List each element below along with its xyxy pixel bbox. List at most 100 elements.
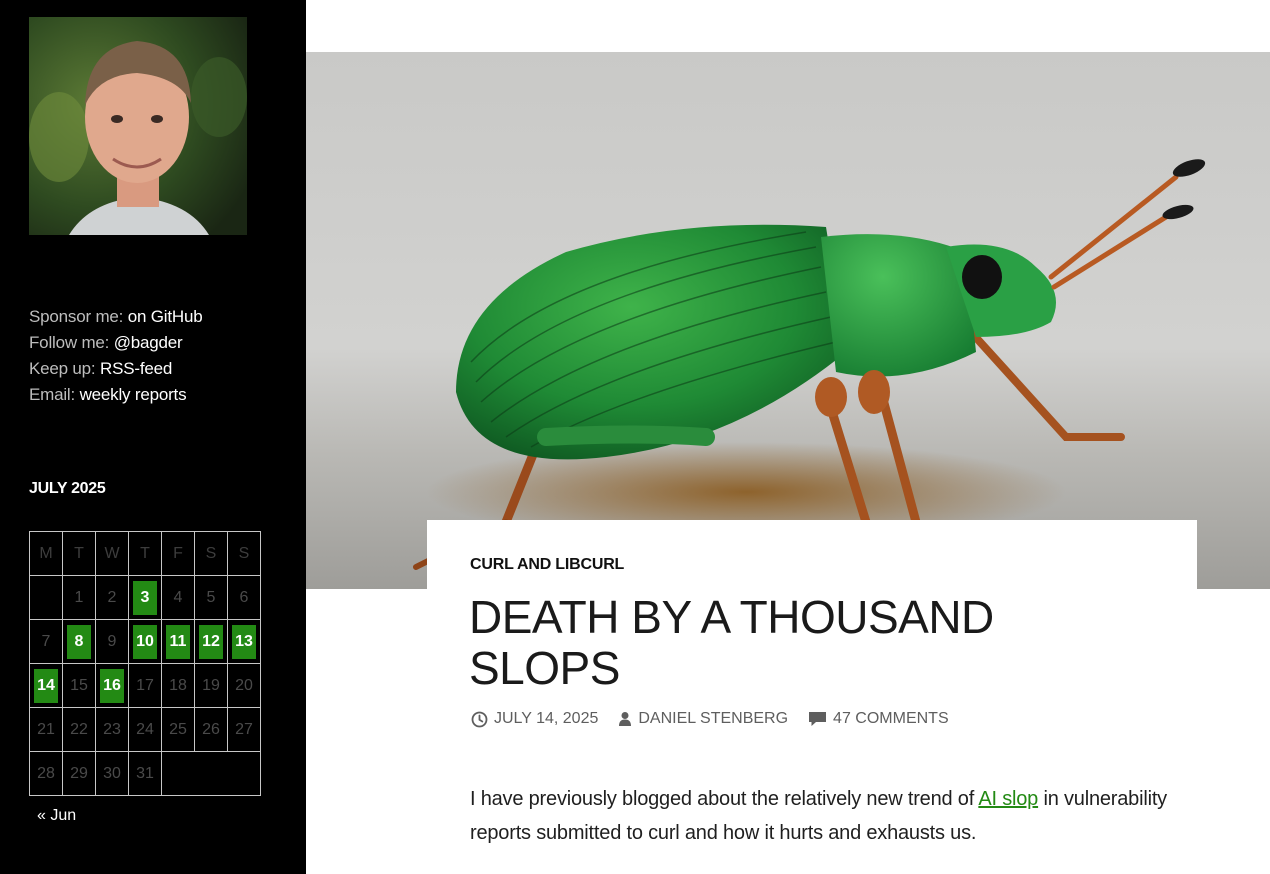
- previous-month-link[interactable]: « Jun: [37, 807, 76, 825]
- post-comments[interactable]: 47 COMMENTS: [808, 710, 949, 728]
- calendar-day-number: 19: [202, 676, 220, 694]
- calendar-day-link[interactable]: 16: [100, 668, 124, 703]
- rss-link[interactable]: RSS-feed: [100, 359, 172, 378]
- sidebar: Sponsor me: on GitHub Follow me: @bagder…: [0, 0, 306, 874]
- calendar-day: 2: [95, 575, 129, 620]
- calendar-day: 12: [194, 619, 228, 664]
- user-icon: [619, 712, 632, 726]
- calendar-day: 27: [227, 707, 261, 752]
- calendar-day: 15: [62, 663, 96, 708]
- calendar-day: 19: [194, 663, 228, 708]
- weekday-header: T: [62, 531, 96, 576]
- body-text-start: I have previously blogged about the rela…: [470, 788, 979, 810]
- calendar-day-number: 9: [107, 632, 117, 650]
- calendar-week: 14 15 16 17 18 19 20: [29, 663, 261, 708]
- calendar-week: 1 234 5 6: [29, 575, 261, 620]
- calendar-day: 9: [95, 619, 129, 664]
- calendar-day-number: 28: [37, 764, 55, 782]
- calendar-day-link[interactable]: 11: [166, 624, 190, 659]
- calendar-day-number: 29: [70, 764, 88, 782]
- calendar-day: 25: [161, 707, 195, 752]
- calendar-day-number: 27: [235, 720, 253, 738]
- weekday-header: T: [128, 531, 162, 576]
- post-comments-text: 47 COMMENTS: [833, 710, 949, 727]
- calendar-day: 13: [227, 619, 261, 664]
- calendar-day-number: 7: [41, 632, 51, 650]
- post-meta: JULY 14, 2025 DANIEL STENBERG 47 COMMENT…: [471, 710, 969, 728]
- calendar-day-number: 21: [37, 720, 55, 738]
- weekday-header: S: [227, 531, 261, 576]
- calendar-day-number: 20: [235, 676, 253, 694]
- article: CURL AND LIBCURL DEATH BY A THOUSAND SLO…: [427, 520, 1197, 874]
- calendar-day: 16: [95, 663, 129, 708]
- calendar-day: 26: [194, 707, 228, 752]
- post-author-text: DANIEL STENBERG: [638, 710, 789, 727]
- author-avatar[interactable]: [29, 17, 247, 235]
- calendar-day-number: 31: [136, 764, 154, 782]
- post-date[interactable]: JULY 14, 2025: [471, 710, 598, 728]
- calendar-day-number: 5: [206, 588, 216, 606]
- calendar-title: JULY 2025: [29, 480, 106, 497]
- featured-image: [306, 52, 1270, 589]
- calendar-day: 1: [62, 575, 96, 620]
- calendar-day: 10: [128, 619, 162, 664]
- post-title[interactable]: DEATH BY A THOUSAND SLOPS: [469, 592, 1109, 694]
- calendar-day: 20: [227, 663, 261, 708]
- weekday-header: F: [161, 531, 195, 576]
- calendar-day: 21: [29, 707, 63, 752]
- calendar-day: 3: [128, 575, 162, 620]
- calendar-day: 17: [128, 663, 162, 708]
- calendar-day: 11: [161, 619, 195, 664]
- calendar-day-number: 2: [107, 588, 117, 606]
- sponsor-link[interactable]: on GitHub: [128, 307, 203, 326]
- weekly-reports-link[interactable]: weekly reports: [80, 385, 187, 404]
- calendar-day: 18: [161, 663, 195, 708]
- email-row: Email: weekly reports: [29, 382, 202, 408]
- calendar-day-number: 25: [169, 720, 187, 738]
- calendar-day-number: 24: [136, 720, 154, 738]
- calendar-day: 28: [29, 751, 63, 796]
- calendar-day: 30: [95, 751, 129, 796]
- keepup-label: Keep up:: [29, 359, 96, 378]
- comment-icon: [809, 712, 827, 726]
- weekday-header: W: [95, 531, 129, 576]
- calendar-day: 6: [227, 575, 261, 620]
- calendar-day-number: 26: [202, 720, 220, 738]
- category-link[interactable]: CURL AND LIBCURL: [470, 556, 624, 574]
- calendar-day-link[interactable]: 13: [232, 624, 256, 659]
- follow-label: Follow me:: [29, 333, 110, 352]
- calendar-day-link[interactable]: 3: [133, 580, 157, 615]
- calendar-day-number: 18: [169, 676, 187, 694]
- calendar-day-number: 15: [70, 676, 88, 694]
- calendar-day: 29: [62, 751, 96, 796]
- weekday-header: S: [194, 531, 228, 576]
- sponsor-row: Sponsor me: on GitHub: [29, 304, 203, 330]
- calendar-day-number: 30: [103, 764, 121, 782]
- sponsor-label: Sponsor me:: [29, 307, 124, 326]
- calendar-day-number: 4: [173, 588, 183, 606]
- follow-link[interactable]: @bagder: [114, 333, 183, 352]
- calendar-empty-cell: [161, 751, 261, 796]
- calendar-days: 1 2 3 4 5 6 7 8 9 10 11 12 13 14 15 16 17 18 19 20 21 22 23 24 2…: [29, 575, 261, 796]
- email-label: Email:: [29, 385, 76, 404]
- calendar-week: 7 8 9 10 11 12 13: [29, 619, 261, 664]
- keepup-row: Keep up: RSS-feed: [29, 356, 202, 382]
- calendar-week: 28 29 30 31: [29, 751, 261, 796]
- calendar-empty-cell: [29, 575, 63, 620]
- calendar-day: 8: [62, 619, 96, 664]
- calendar-day-link[interactable]: 8: [67, 624, 91, 659]
- post-author[interactable]: DANIEL STENBERG: [618, 710, 788, 728]
- calendar-week: 21 22 23 24 25 26 27: [29, 707, 261, 752]
- calendar-day-link[interactable]: 14: [34, 668, 58, 703]
- weekday-header: M: [29, 531, 63, 576]
- calendar-day-link[interactable]: 12: [199, 624, 223, 659]
- calendar-day: 14: [29, 663, 63, 708]
- calendar-day: 24: [128, 707, 162, 752]
- ai-slop-link[interactable]: AI slop: [978, 788, 1038, 810]
- calendar-day-link[interactable]: 10: [133, 624, 157, 659]
- post-date-text: JULY 14, 2025: [494, 710, 599, 727]
- calendar-day: 4: [161, 575, 195, 620]
- follow-row: Follow me: @bagder: [29, 330, 202, 356]
- calendar-day: 7: [29, 619, 63, 664]
- calendar-day: 31: [128, 751, 162, 796]
